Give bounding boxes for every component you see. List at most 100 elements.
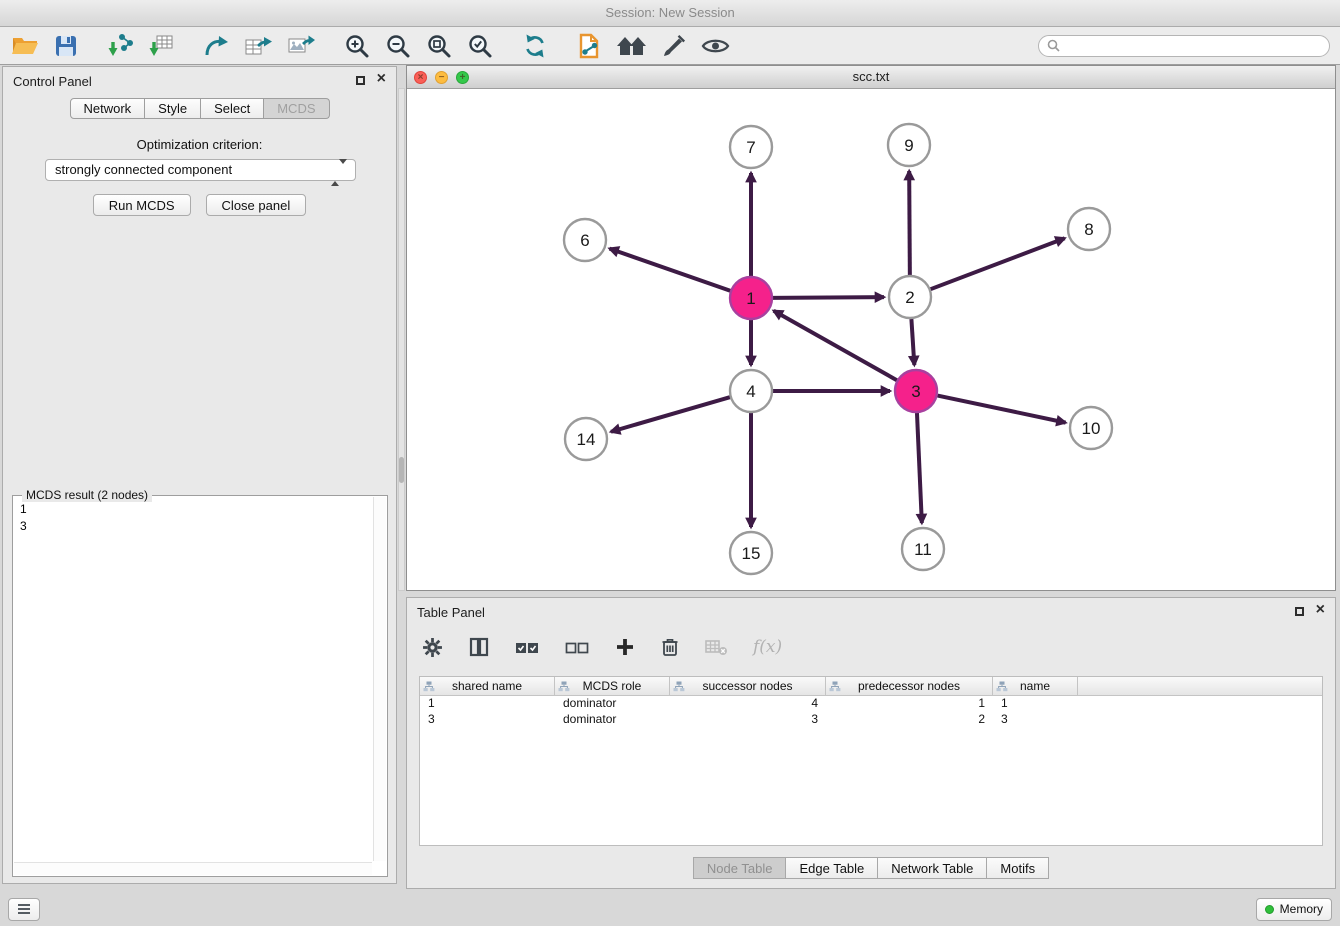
deselect-all-columns-button[interactable] [564,638,590,657]
table-tabs: Node Table Edge Table Network Table Moti… [407,857,1335,879]
column-header-successor-nodes[interactable]: successor nodes [670,677,826,695]
new-network-from-selection-button[interactable] [202,33,230,59]
refresh-icon [522,33,548,59]
open-session-button[interactable] [10,33,40,59]
zoom-in-button[interactable] [343,32,371,60]
function-builder-button[interactable]: f(x) [753,637,782,657]
tab-mcds[interactable]: MCDS [264,98,329,119]
import-network-button[interactable] [106,32,134,60]
mcds-result-text[interactable]: 1 3 [16,499,371,860]
zoom-selected-button[interactable] [466,32,494,60]
table-settings-button[interactable] [421,636,444,659]
search-box[interactable] [1038,35,1330,57]
unchecked-boxes-icon [565,639,589,656]
brush-icon [662,34,686,58]
graph-edge-1-2[interactable] [773,297,884,298]
column-header-mcds-role[interactable]: MCDS role [555,677,670,695]
network-window-titlebar[interactable]: × − + scc.txt [407,66,1335,89]
zoom-out-button[interactable] [384,32,412,60]
show-hide-button[interactable] [700,33,731,59]
gear-icon [422,637,443,658]
control-panel: Control Panel × Network Style Select MCD… [2,66,397,884]
search-input[interactable] [1065,38,1321,53]
style-brush-button[interactable] [661,33,687,59]
export-image-button[interactable] [286,33,316,59]
graph-edge-1-6[interactable] [610,249,731,291]
column-header-shared-name[interactable]: shared name [420,677,555,695]
folder-open-icon [11,34,39,58]
graph-edge-3-11[interactable] [917,413,922,523]
zoom-window-icon[interactable]: + [456,71,469,84]
control-panel-title: Control Panel [13,74,92,89]
close-table-panel-icon[interactable]: × [1316,601,1325,619]
table-row[interactable]: 1 dominator 4 1 1 [420,696,1322,712]
tab-select[interactable]: Select [201,98,264,119]
column-type-icon [558,681,570,692]
memory-button[interactable]: Memory [1256,898,1332,921]
delete-column-button[interactable] [660,636,680,658]
graph-edge-2-3[interactable] [911,319,914,365]
tab-edge-table[interactable]: Edge Table [786,857,878,879]
refresh-button[interactable] [521,32,549,60]
home-button[interactable] [615,33,648,59]
graph-node-label: 1 [746,289,755,308]
graph-edge-4-14[interactable] [611,397,730,432]
column-type-icon [829,681,841,692]
graph-node-label: 7 [746,138,755,157]
column-header-filler [1078,677,1322,695]
close-window-icon[interactable]: × [414,71,427,84]
vertical-scrollbar[interactable] [398,88,405,591]
tab-node-table[interactable]: Node Table [693,857,787,879]
graph-node-label: 6 [580,231,589,250]
select-all-columns-button[interactable] [514,638,540,657]
result-line: 3 [20,518,367,535]
zoom-selected-icon [467,33,493,59]
show-columns-button[interactable] [468,636,490,658]
close-panel-icon[interactable]: × [377,70,386,88]
run-mcds-button[interactable]: Run MCDS [93,194,191,216]
export-document-button[interactable] [576,32,602,60]
column-header-name[interactable]: name [993,677,1078,695]
graph-edge-2-8[interactable] [931,238,1065,289]
network-view-canvas[interactable]: 7968124314101511 [407,89,1335,590]
close-panel-button[interactable]: Close panel [206,194,307,216]
node-table: shared name MCDS role successor nodes pr… [419,676,1323,846]
graph-node-label: 4 [746,382,755,401]
delete-table-button[interactable] [704,637,729,657]
criterion-dropdown[interactable]: strongly connected component [45,159,356,181]
graph-node-label: 10 [1082,419,1101,438]
import-table-icon [148,33,174,59]
save-session-button[interactable] [53,33,79,59]
graph-edge-3-10[interactable] [938,396,1066,423]
optimization-criterion-label: Optimization criterion: [3,137,396,152]
graph-edge-3-1[interactable] [774,311,897,380]
task-history-button[interactable] [8,898,40,921]
table-row[interactable]: 3 dominator 3 2 3 [420,712,1322,728]
tab-motifs[interactable]: Motifs [987,857,1049,879]
result-horizontal-scrollbar[interactable] [14,862,372,875]
dropdown-stepper-icon [331,164,347,182]
export-image-icon [287,34,315,58]
create-column-button[interactable] [614,636,636,658]
result-vertical-scrollbar[interactable] [373,497,386,861]
minimize-window-icon[interactable]: − [435,71,448,84]
checked-boxes-icon [515,639,539,656]
tab-network[interactable]: Network [69,98,145,119]
criterion-dropdown-value: strongly connected component [46,160,355,180]
float-panel-icon[interactable] [356,76,365,85]
memory-status-icon [1265,905,1274,914]
result-line: 1 [20,501,367,518]
graph-edge-2-9[interactable] [909,171,910,275]
import-table-button[interactable] [147,32,175,60]
tab-network-table[interactable]: Network Table [878,857,987,879]
list-icon [17,903,31,915]
export-table-button[interactable] [243,33,273,59]
column-type-icon [673,681,685,692]
float-table-panel-icon[interactable] [1295,607,1304,616]
columns-icon [469,637,489,657]
zoom-fit-button[interactable] [425,32,453,60]
column-header-predecessor-nodes[interactable]: predecessor nodes [826,677,993,695]
scrollbar-thumb[interactable] [399,457,404,483]
tab-style[interactable]: Style [145,98,201,119]
table-toolbar: f(x) [421,628,782,666]
